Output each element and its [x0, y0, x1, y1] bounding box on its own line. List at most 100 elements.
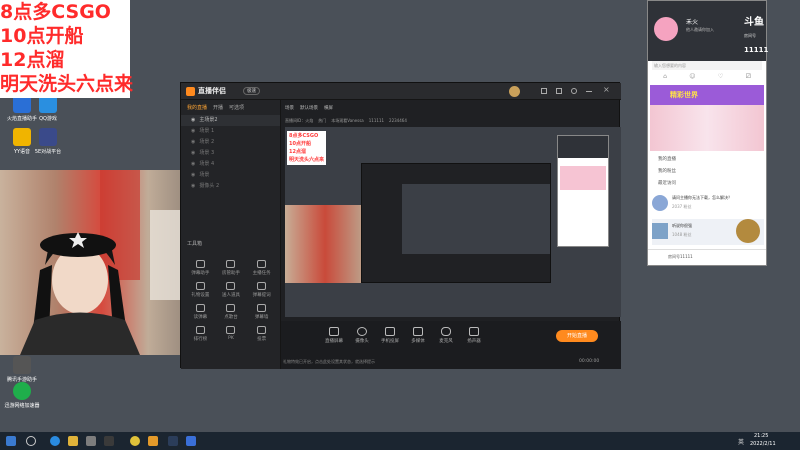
scene-item[interactable]: ◉ 场景 — [181, 170, 280, 181]
preview-canvas[interactable]: 8点多CSGO 10点开船 12点溜 明天洗头六点来 — [285, 127, 621, 317]
tool-manager[interactable]: 房管助手 — [216, 260, 247, 276]
desktop-icon-qqgame[interactable]: QQ游戏 — [28, 95, 68, 122]
eye-icon: ◉ — [191, 183, 196, 189]
tab-start[interactable]: 开播 — [213, 104, 223, 111]
scene-item[interactable]: ◉ 主场景2 — [181, 115, 280, 126]
list-item[interactable]: 请问主播你无法下载，怎么解决？ 2037 粉丝 — [652, 192, 764, 214]
speaker-button[interactable]: 扬声器 — [461, 327, 487, 344]
scene-item[interactable]: ◉ 场景 4 — [181, 159, 280, 170]
banner[interactable]: 精彩世界 — [650, 85, 764, 105]
app-icon[interactable] — [186, 436, 196, 446]
screen-icon — [329, 327, 339, 336]
app-icon[interactable] — [148, 436, 158, 446]
props-icon — [226, 282, 236, 290]
menu-item[interactable]: 我的直播 — [658, 156, 676, 162]
camera-button[interactable]: 摄像头 — [349, 327, 375, 344]
minimize-icon[interactable] — [586, 91, 592, 92]
menu-item[interactable]: 最近访问 — [658, 180, 676, 186]
profile-header: 禾火 他人邀请你加入 斗鱼 房间号 11111 — [648, 1, 769, 61]
banner-images — [650, 105, 764, 151]
edge-icon[interactable] — [50, 436, 60, 446]
room-id: 11111 — [744, 46, 769, 54]
scene-header: 场景 默认场景 横屏 — [285, 106, 333, 111]
menu-item[interactable]: 我的粉丝 — [658, 168, 676, 174]
tool-wall[interactable]: 弹幕墙 — [246, 304, 277, 320]
input-language[interactable]: 英 — [738, 437, 744, 446]
scene-item[interactable]: ◉ 场景 2 — [181, 137, 280, 148]
tencent-icon — [13, 356, 31, 374]
app-icon[interactable] — [86, 436, 96, 446]
title-bar: 直播伴侣 极速 × — [181, 83, 621, 100]
schedule-line: 8点多CSGO — [0, 1, 111, 23]
footer-status: 礼物特效已开启，点击此处设置其状态，就选择提示 — [283, 359, 375, 364]
tool-rank[interactable]: 排行榜 — [185, 326, 216, 342]
streamer-image — [20, 170, 185, 355]
tool-song[interactable]: 点歌台 — [216, 304, 247, 320]
close-icon[interactable]: × — [603, 85, 610, 94]
tool-prompt[interactable]: 弹幕提词 — [246, 282, 277, 298]
search-icon[interactable] — [26, 436, 36, 446]
tool-barrage[interactable]: 弹幕助手 — [185, 260, 216, 276]
lion-badge-icon — [736, 219, 760, 243]
eye-icon: ◉ — [191, 172, 196, 178]
start-menu-icon[interactable] — [6, 436, 16, 446]
settings-icon[interactable] — [571, 88, 577, 94]
nested-side-top — [558, 136, 608, 158]
clock-time[interactable]: 21:25 — [754, 433, 768, 439]
eye-icon: ◉ — [191, 150, 196, 156]
heart-icon[interactable]: ♡ — [718, 73, 723, 80]
manager-icon — [226, 260, 236, 268]
start-live-button[interactable]: 开始直播 — [556, 330, 598, 342]
tool-pk[interactable]: PK — [216, 326, 247, 342]
barrage-icon — [195, 260, 205, 268]
subtitle: 他人邀请你加入 — [686, 27, 714, 32]
avatar — [652, 223, 668, 239]
left-tabs: 我的直播 开播 可选项 — [181, 100, 280, 115]
desktop-icon-5e[interactable]: 5E对战平台 — [28, 128, 68, 155]
media-button[interactable]: 多媒体 — [405, 327, 431, 344]
app-icon[interactable] — [168, 436, 178, 446]
tool-task[interactable]: 主播任务 — [246, 260, 277, 276]
5e-icon — [39, 128, 57, 146]
tab-my-live[interactable]: 我的直播 — [187, 104, 207, 111]
app-icon[interactable] — [104, 436, 114, 446]
mic-button[interactable]: 麦克风 — [433, 327, 459, 344]
list-item[interactable]: 听说你很强 1048 粉丝 — [652, 219, 764, 245]
schedule-overlay: 8点多CSGO 10点开船 12点溜 明天洗头六点来 — [0, 0, 134, 98]
search-input[interactable]: 输入您想要的内容 — [652, 61, 762, 70]
stream-info: 直播间ID：火焰 热门 本场观看Vanessa 111111 2234464 — [285, 118, 407, 123]
tab-options[interactable]: 可选项 — [229, 104, 244, 111]
preview-side-panel — [557, 135, 609, 247]
game-icon[interactable]: ⚂ — [746, 73, 751, 80]
prompt-icon — [257, 282, 267, 290]
scene-item[interactable]: ◉ 场景 3 — [181, 148, 280, 159]
tool-vote[interactable]: 投票 — [246, 326, 277, 342]
wall-icon — [257, 304, 267, 312]
avatar[interactable] — [654, 17, 678, 41]
schedule-line: 明天洗头六点来 — [0, 73, 134, 95]
eye-icon: ◉ — [191, 161, 196, 167]
phone-cast-button[interactable]: 手机投屏 — [377, 327, 403, 344]
menu-icon[interactable] — [541, 88, 547, 94]
taskbar: 英 21:25 2022/2/11 — [0, 432, 800, 450]
screen-button[interactable]: 直播屏幕 — [321, 327, 347, 344]
eye-icon: ◉ — [191, 128, 196, 134]
scene-item[interactable]: ◉ 场景 1 — [181, 126, 280, 137]
user-icon[interactable]: ☺ — [689, 73, 695, 80]
desktop-icon-tencent[interactable]: 腾讯手游助手 — [2, 356, 42, 383]
live-companion-window: 直播伴侣 极速 × 我的直播 开播 可选项 ◉ 主场景2 ◉ 场景 1 ◉ 场景 2 … — [180, 82, 621, 369]
scene-item[interactable]: ◉ 摄像头 2 — [181, 181, 280, 192]
chrome-icon[interactable] — [130, 436, 140, 446]
avatar[interactable] — [509, 86, 520, 97]
mic-icon — [441, 327, 451, 336]
clock-date[interactable]: 2022/2/11 — [750, 441, 776, 447]
live-timer: 00:00:00 — [579, 359, 600, 364]
tool-props[interactable]: 送人道具 — [216, 282, 247, 298]
desktop-icon-xunyou[interactable]: 迅游网络加速器 — [2, 382, 42, 409]
mail-icon[interactable] — [556, 88, 562, 94]
tool-gift[interactable]: 礼物设置 — [185, 282, 216, 298]
xunyou-icon — [13, 382, 31, 400]
folder-icon[interactable] — [68, 436, 78, 446]
home-icon[interactable]: ⌂ — [663, 73, 667, 80]
tool-read[interactable]: 读弹幕 — [185, 304, 216, 320]
